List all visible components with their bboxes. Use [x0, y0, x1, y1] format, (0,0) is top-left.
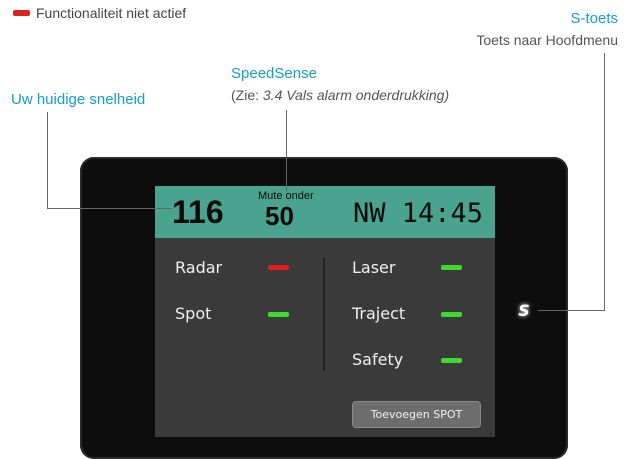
alert-label-spot: Spot — [175, 304, 212, 323]
current-speed-annotation: Uw huidige snelheid — [11, 91, 146, 108]
speed-leader-line-h — [47, 208, 172, 209]
radar-status-indicator — [268, 265, 289, 270]
mute-value: 50 — [265, 201, 294, 231]
s-key-leader-line-h — [538, 310, 605, 311]
speedsense-leader-line — [286, 110, 287, 192]
alert-label-traject: Traject — [352, 304, 406, 323]
device-screen: 116 Mute onder 50 NW 14:45 Radar Spot La… — [155, 186, 495, 437]
traject-status-indicator — [441, 312, 462, 317]
speedsense-ref-prefix: (Zie: — [231, 87, 263, 103]
alert-label-radar: Radar — [175, 258, 223, 277]
current-speed-value: 116 — [172, 194, 224, 230]
speedsense-annotation-ref: (Zie: 3.4 Vals alarm onderdrukking) — [231, 87, 449, 103]
alert-label-safety: Safety — [352, 350, 404, 369]
s-key-button[interactable]: S — [508, 301, 540, 321]
speedsense-ref-italic: 3.4 Vals alarm onderdrukking) — [262, 87, 450, 103]
direction-time: NW 14:45 — [353, 198, 484, 229]
laser-status-indicator — [441, 265, 462, 270]
s-key-annotation-desc: Toets naar Hoofdmenu — [476, 32, 618, 48]
column-divider — [323, 258, 325, 371]
spot-status-indicator — [268, 312, 289, 317]
speedsense-annotation-title: SpeedSense — [231, 65, 317, 82]
status-bar: 116 Mute onder 50 NW 14:45 — [155, 186, 495, 238]
s-key-annotation-title: S-toets — [570, 10, 618, 27]
speed-leader-line — [47, 112, 48, 208]
inactive-indicator-swatch — [13, 10, 30, 16]
legend: Functionaliteit niet actief — [13, 5, 186, 21]
s-key-leader-line — [604, 53, 605, 311]
add-spot-button[interactable]: Toevoegen SPOT — [352, 401, 481, 428]
safety-status-indicator — [441, 358, 462, 363]
legend-label: Functionaliteit niet actief — [36, 5, 187, 21]
alert-label-laser: Laser — [352, 258, 396, 277]
